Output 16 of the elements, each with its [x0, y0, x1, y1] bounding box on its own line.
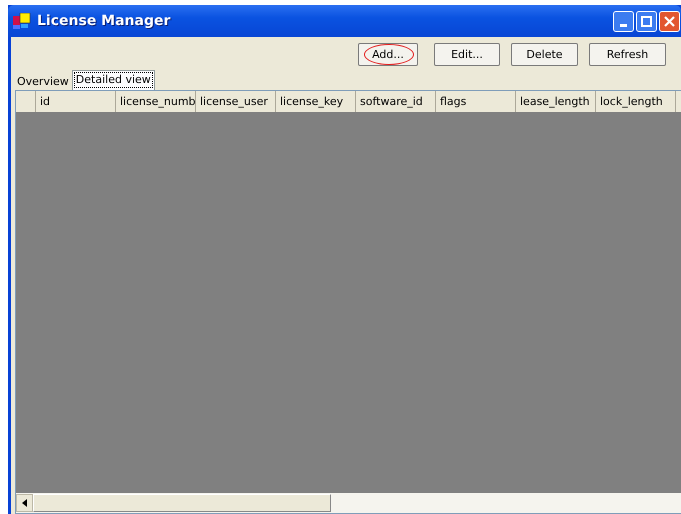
- minimize-button[interactable]: [613, 10, 634, 32]
- app-icon: [13, 13, 31, 29]
- window-title: License Manager: [37, 13, 170, 29]
- maximize-icon: [641, 16, 652, 26]
- scroll-thumb[interactable]: [33, 494, 331, 512]
- scroll-left-button[interactable]: [16, 494, 33, 512]
- toolbar-button[interactable]: Delete: [511, 43, 578, 66]
- toolbar-button[interactable]: Edit...: [434, 43, 500, 66]
- left-arrow-icon: [22, 499, 27, 507]
- toolbar-button[interactable]: Refresh: [589, 43, 666, 66]
- maximize-button[interactable]: [636, 10, 657, 32]
- tab[interactable]: Detailed view: [72, 70, 155, 90]
- close-icon: [664, 16, 675, 26]
- minimize-icon: [620, 24, 627, 26]
- close-button[interactable]: [659, 10, 680, 32]
- toolbar-button[interactable]: Add...: [358, 43, 418, 66]
